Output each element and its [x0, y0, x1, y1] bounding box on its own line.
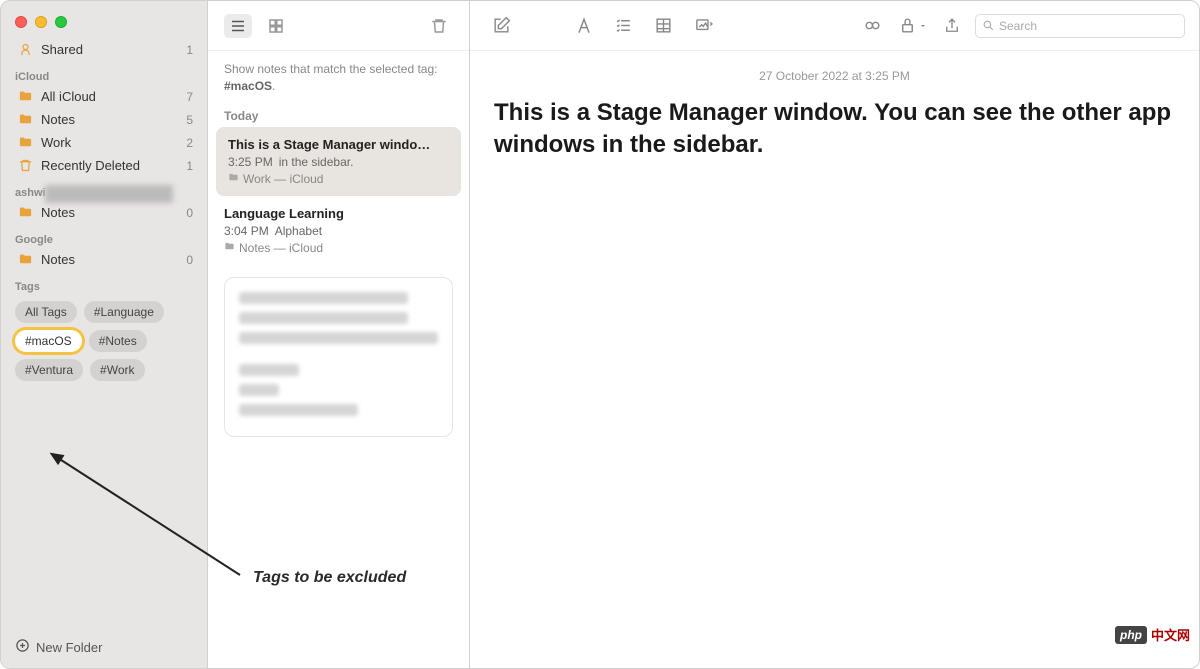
sidebar-item-notes-account2[interactable]: Notes 0	[1, 201, 207, 224]
sidebar-section-account2[interactable]: ashwi	[1, 177, 207, 201]
note-time: 3:04 PM	[224, 224, 269, 238]
note-preview: Alphabet	[275, 224, 322, 238]
sidebar-item-count: 2	[186, 136, 193, 150]
sidebar: Shared 1 iCloud All iCloud 7 Notes 5 Wor…	[1, 1, 208, 668]
filter-suffix: .	[272, 79, 275, 93]
grid-view-button[interactable]	[262, 14, 290, 38]
new-folder-button[interactable]: New Folder	[1, 626, 207, 668]
sidebar-item-recently-deleted[interactable]: Recently Deleted 1	[1, 154, 207, 177]
maximize-window-button[interactable]	[55, 16, 67, 28]
folder-icon	[224, 241, 235, 255]
link-button[interactable]	[855, 12, 889, 40]
search-placeholder: Search	[999, 19, 1037, 33]
tag-ventura[interactable]: #Ventura	[15, 359, 83, 381]
note-content-title[interactable]: This is a Stage Manager window. You can …	[494, 97, 1175, 162]
watermark-badge: php	[1115, 626, 1147, 644]
minimize-window-button[interactable]	[35, 16, 47, 28]
sidebar-item-notes-google[interactable]: Notes 0	[1, 248, 207, 271]
note-thumbnail-card[interactable]	[224, 277, 453, 437]
filter-description: Show notes that match the selected tag: …	[208, 51, 469, 101]
tags-container: All Tags #Language #macOS #Notes #Ventur…	[1, 295, 207, 387]
sidebar-item-label: Notes	[41, 252, 186, 267]
list-view-button[interactable]	[224, 14, 252, 38]
note-location: Work — iCloud	[243, 172, 323, 186]
search-input[interactable]: Search	[975, 14, 1185, 38]
filter-prefix: Show notes that match the selected tag:	[224, 62, 437, 76]
sidebar-item-work[interactable]: Work 2	[1, 131, 207, 154]
note-title: This is a Stage Manager windo…	[228, 137, 449, 152]
editor-toolbar: Search	[470, 1, 1199, 51]
sidebar-item-notes-icloud[interactable]: Notes 5	[1, 108, 207, 131]
note-preview: in the sidebar.	[279, 155, 354, 169]
editor-body[interactable]: 27 October 2022 at 3:25 PM This is a Sta…	[470, 51, 1199, 180]
sidebar-item-label: Work	[41, 135, 186, 150]
sidebar-item-count: 0	[186, 206, 193, 220]
table-button[interactable]	[647, 12, 681, 40]
sidebar-section-icloud[interactable]: iCloud	[1, 61, 207, 85]
note-location: Notes — iCloud	[239, 241, 323, 255]
window-controls	[1, 1, 207, 38]
editor-panel: Search 27 October 2022 at 3:25 PM This i…	[470, 1, 1199, 668]
sidebar-item-count: 1	[186, 43, 193, 57]
sidebar-item-label: Shared	[41, 42, 186, 57]
note-date: 27 October 2022 at 3:25 PM	[494, 69, 1175, 83]
trash-icon	[15, 158, 35, 173]
sidebar-item-count: 7	[186, 90, 193, 104]
tag-language[interactable]: #Language	[84, 301, 164, 323]
checklist-button[interactable]	[607, 12, 641, 40]
folder-icon	[228, 172, 239, 186]
sidebar-item-count: 5	[186, 113, 193, 127]
sidebar-item-count: 1	[186, 159, 193, 173]
note-list-panel: Show notes that match the selected tag: …	[208, 1, 470, 668]
folder-icon	[15, 135, 35, 150]
sidebar-item-all-icloud[interactable]: All iCloud 7	[1, 85, 207, 108]
note-list-section-today: Today	[208, 101, 469, 127]
sidebar-item-label: Recently Deleted	[41, 158, 186, 173]
tag-macos[interactable]: #macOS	[15, 330, 82, 352]
folder-icon	[15, 252, 35, 267]
watermark-text: 中文网	[1151, 625, 1190, 644]
close-window-button[interactable]	[15, 16, 27, 28]
note-title: Language Learning	[224, 206, 453, 221]
media-button[interactable]	[687, 12, 721, 40]
note-list-toolbar	[208, 1, 469, 51]
sidebar-item-label: All iCloud	[41, 89, 186, 104]
shared-icon	[15, 42, 35, 57]
lock-button[interactable]	[895, 12, 929, 40]
watermark: php 中文网	[1115, 625, 1190, 644]
compose-button[interactable]	[484, 12, 518, 40]
folder-icon	[15, 205, 35, 220]
format-text-button[interactable]	[567, 12, 601, 40]
new-folder-label: New Folder	[36, 640, 102, 655]
sidebar-section-tags[interactable]: Tags	[1, 271, 207, 295]
sidebar-item-label: Notes	[41, 205, 186, 220]
sidebar-item-label: Notes	[41, 112, 186, 127]
tag-work[interactable]: #Work	[90, 359, 144, 381]
note-item[interactable]: This is a Stage Manager windo… 3:25 PM i…	[216, 127, 461, 196]
tag-all-tags[interactable]: All Tags	[15, 301, 77, 323]
note-time: 3:25 PM	[228, 155, 273, 169]
sidebar-section-google[interactable]: Google	[1, 224, 207, 248]
sidebar-item-shared[interactable]: Shared 1	[1, 38, 207, 61]
sidebar-item-count: 0	[186, 253, 193, 267]
filter-tag: #macOS	[224, 79, 272, 93]
delete-note-button[interactable]	[425, 14, 453, 38]
search-icon	[982, 19, 995, 32]
share-button[interactable]	[935, 12, 969, 40]
note-item[interactable]: Language Learning 3:04 PM Alphabet Notes…	[208, 196, 469, 265]
tag-notes[interactable]: #Notes	[89, 330, 147, 352]
plus-circle-icon	[15, 638, 30, 656]
folder-icon	[15, 89, 35, 104]
folder-icon	[15, 112, 35, 127]
